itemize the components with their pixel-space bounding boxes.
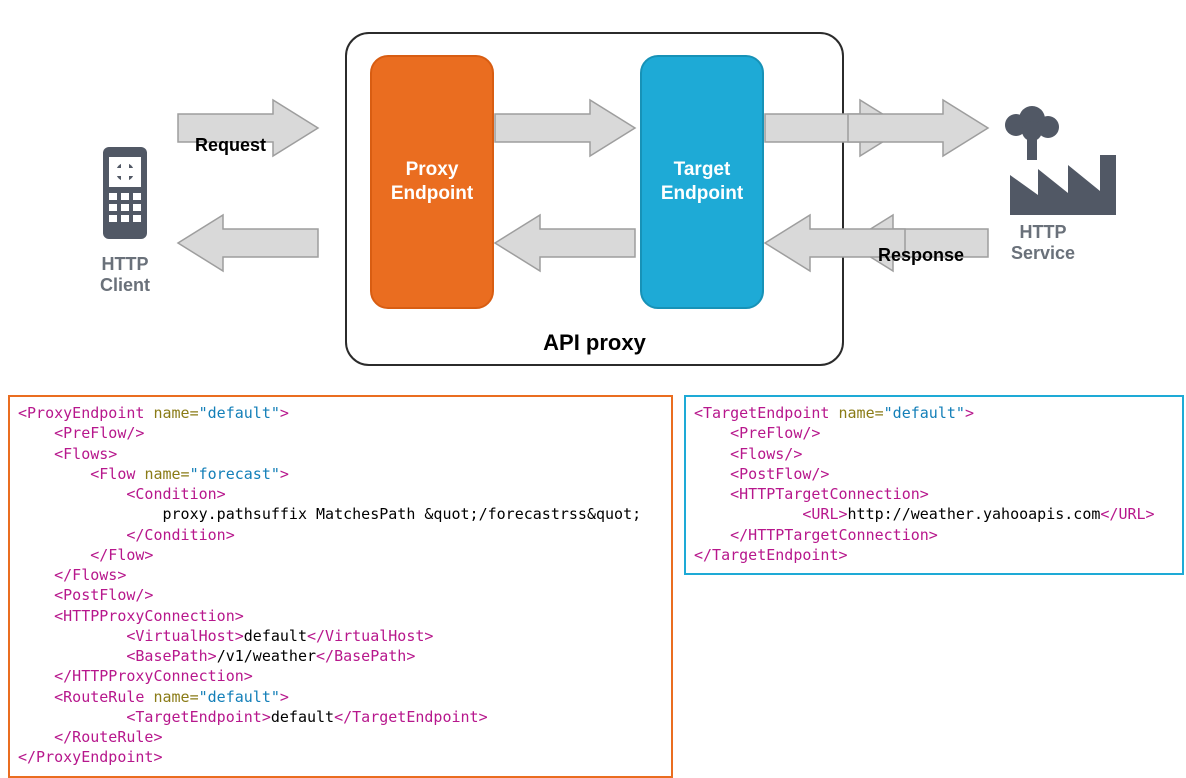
arrow-proxy-to-client: [178, 215, 318, 271]
arrow-proxy-to-target: [495, 100, 635, 156]
response-label: Response: [878, 245, 964, 266]
arrow-target-to-proxy: [495, 215, 635, 271]
target-endpoint-xml: <TargetEndpoint name="default"> <PreFlow…: [684, 395, 1184, 575]
request-label: Request: [195, 135, 266, 156]
architecture-diagram: HTTP Client HTTP Service API proxy Proxy…: [0, 0, 1186, 380]
proxy-endpoint-xml: <ProxyEndpoint name="default"> <PreFlow/…: [8, 395, 673, 778]
